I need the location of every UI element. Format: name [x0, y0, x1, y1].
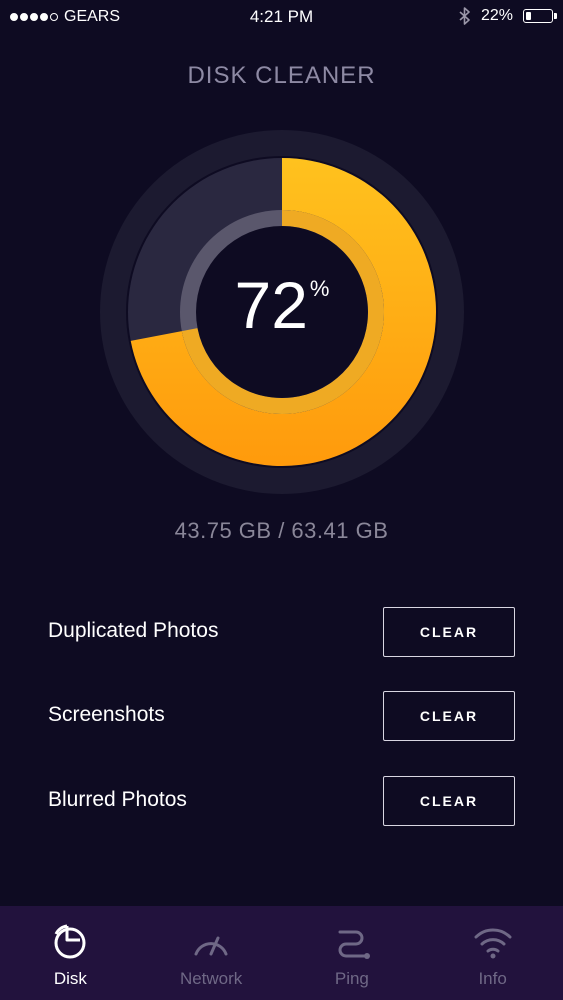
tab-label: Ping	[334, 969, 369, 988]
page-title: DISK CLEANER	[187, 62, 376, 89]
tab-label: Network	[179, 969, 243, 988]
storage-usage-text: 43.75 GB / 63.41 GB	[174, 518, 389, 543]
status-bar: GEARS 4:21 PM 22%	[0, 0, 563, 34]
list-item-blurred-photos: Blurred Photos CLEAR	[48, 776, 515, 826]
list-item-screenshots: Screenshots CLEAR	[48, 691, 515, 741]
clear-duplicated-photos-button[interactable]: CLEAR	[383, 607, 515, 657]
tab-label: Disk	[53, 969, 87, 988]
item-label: Blurred Photos	[48, 788, 187, 811]
item-label: Screenshots	[48, 703, 165, 726]
battery-fill	[526, 12, 532, 20]
gauge-percentage: 72%	[100, 272, 464, 338]
gauge-value-number: 72	[234, 268, 308, 342]
tab-bar: Disk Network Ping Info	[0, 906, 563, 1000]
bluetooth-icon	[459, 7, 470, 25]
wifi-icon	[474, 928, 512, 959]
disk-cleaner-screen: GEARS 4:21 PM 22% DISK CLEANER 72% 43.75…	[0, 0, 563, 1000]
disk-pie-icon	[54, 924, 86, 959]
ping-path-icon	[338, 930, 370, 959]
tab-info[interactable]: Info	[422, 906, 563, 1000]
tab-network[interactable]: Network	[141, 906, 282, 1000]
tab-disk[interactable]: Disk	[0, 906, 141, 1000]
clear-screenshots-button[interactable]: CLEAR	[383, 691, 515, 741]
item-label: Duplicated Photos	[48, 619, 219, 642]
gauge-unit: %	[309, 276, 330, 301]
list-item-duplicated-photos: Duplicated Photos CLEAR	[48, 607, 515, 657]
speedometer-icon	[194, 936, 228, 956]
clear-blurred-photos-button[interactable]: CLEAR	[383, 776, 515, 826]
battery-tip	[554, 13, 557, 19]
tab-ping[interactable]: Ping	[282, 906, 423, 1000]
battery-percent: 22%	[480, 7, 513, 24]
tab-label: Info	[478, 969, 507, 988]
battery-icon	[523, 9, 557, 23]
status-right: 22%	[459, 7, 557, 25]
disk-usage-gauge: 72%	[100, 130, 464, 494]
